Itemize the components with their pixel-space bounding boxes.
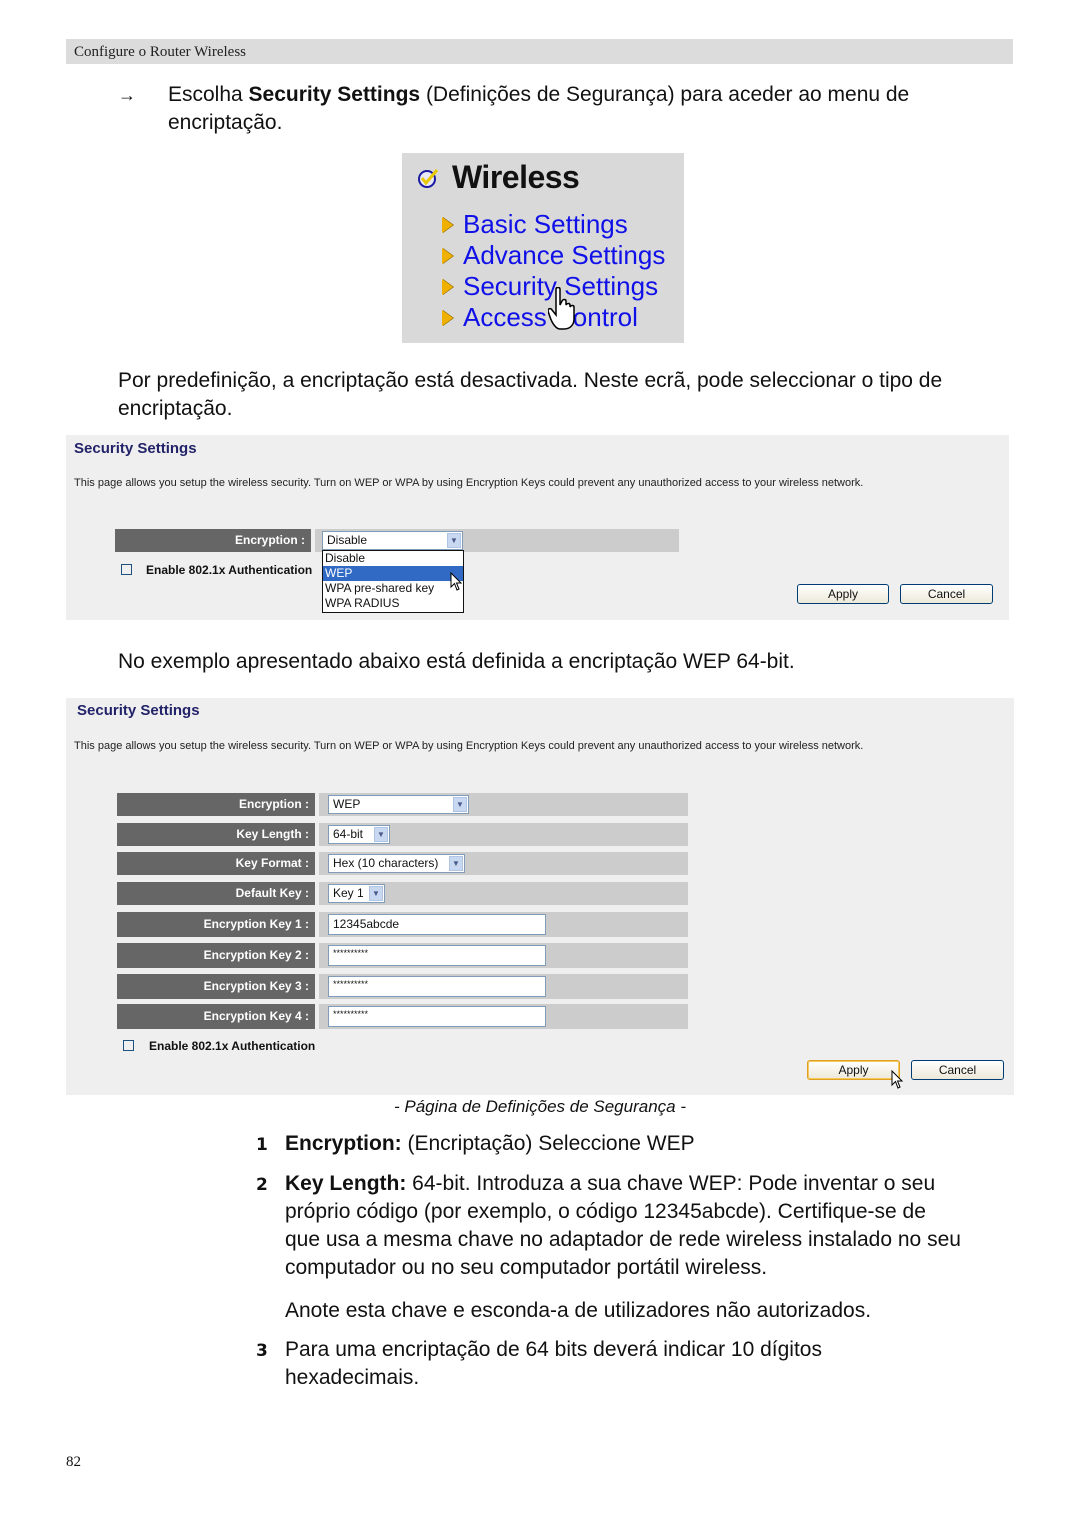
intro-bold-term: Security Settings xyxy=(248,83,421,106)
step-2: 2 Key Length: 64-bit. Introduza a sua ch… xyxy=(256,1172,961,1279)
hand-pointer-cursor-icon xyxy=(548,287,575,330)
arrow-icon: → xyxy=(118,85,136,105)
default-encryption-paragraph: Por predefinição, a encriptação está des… xyxy=(118,369,943,420)
arrow-cursor-icon xyxy=(891,1070,904,1089)
check-circle-icon xyxy=(418,169,439,188)
encryption-key-3-label: Encryption Key 3 : xyxy=(117,974,315,999)
encryption-key-1-input[interactable]: 12345abcde xyxy=(328,914,546,935)
encryption-label: Encryption : xyxy=(115,529,311,552)
cancel-button[interactable]: Cancel xyxy=(900,584,993,604)
encryption-select[interactable]: WEP ▼ xyxy=(328,795,469,814)
security-settings-panel-1: Security Settings This page allows you s… xyxy=(66,435,1009,620)
enable-8021x-label: Enable 802.1x Authentication xyxy=(146,563,313,577)
chevron-down-icon[interactable]: ▼ xyxy=(453,797,467,812)
triangle-bullet-icon xyxy=(442,247,453,264)
triangle-bullet-icon xyxy=(442,216,453,233)
key-format-label: Key Format : xyxy=(117,852,315,875)
default-key-label: Default Key : xyxy=(117,882,315,905)
security-settings-panel-2: Security Settings This page allows you s… xyxy=(66,698,1014,1095)
dropdown-option-wep[interactable]: WEP xyxy=(323,566,463,581)
chevron-down-icon[interactable]: ▼ xyxy=(447,533,461,548)
enable-8021x-checkbox[interactable] xyxy=(121,564,132,575)
running-header: Configure o Router Wireless xyxy=(66,39,1013,64)
key-format-select[interactable]: Hex (10 characters) ▼ xyxy=(328,854,465,873)
encryption-key-4-input[interactable]: ********** xyxy=(328,1006,546,1027)
arrow-cursor-icon xyxy=(450,572,463,591)
key-length-select[interactable]: 64-bit ▼ xyxy=(328,825,390,844)
panel-1-title: Security Settings xyxy=(74,440,197,457)
cancel-button[interactable]: Cancel xyxy=(911,1060,1004,1080)
step-3: 3 Para uma encriptação de 64 bits deverá… xyxy=(256,1338,822,1389)
apply-button[interactable]: Apply xyxy=(797,584,889,604)
triangle-bullet-icon xyxy=(442,278,453,295)
chevron-down-icon[interactable]: ▼ xyxy=(374,827,388,842)
intro-paragraph: → Escolha Security Settings (Definições … xyxy=(118,83,910,134)
dropdown-option-disable[interactable]: Disable xyxy=(323,551,463,566)
encryption-key-2-label: Encryption Key 2 : xyxy=(117,943,315,968)
encryption-select[interactable]: Disable ▼ xyxy=(322,531,463,550)
wireless-menu-screenshot: Wireless Basic Settings Advance Settings… xyxy=(402,153,684,343)
example-paragraph: No exemplo apresentado abaixo está defin… xyxy=(118,650,795,673)
encryption-key-1-label: Encryption Key 1 : xyxy=(117,912,315,937)
encryption-key-4-label: Encryption Key 4 : xyxy=(117,1004,315,1029)
panel-2-description: This page allows you setup the wireless … xyxy=(74,740,864,752)
step-2-note: Anote esta chave e esconda-a de utilizad… xyxy=(285,1299,872,1322)
encryption-key-2-input[interactable]: ********** xyxy=(328,945,546,966)
default-key-select[interactable]: Key 1 ▼ xyxy=(328,884,385,903)
triangle-bullet-icon xyxy=(442,309,453,326)
key-length-label: Key Length : xyxy=(117,823,315,846)
enable-8021x-label: Enable 802.1x Authentication xyxy=(149,1039,316,1053)
dropdown-option-wpa-psk[interactable]: WPA pre-shared key xyxy=(323,581,463,596)
panel-1-description: This page allows you setup the wireless … xyxy=(74,477,864,489)
step-1: 1 Encryption: (Encriptação) Seleccione W… xyxy=(256,1132,695,1155)
page-number: 82 xyxy=(66,1454,81,1470)
menu-item-advance-settings[interactable]: Advance Settings xyxy=(442,240,665,271)
menu-item-access-control[interactable]: Access Control xyxy=(442,302,638,333)
encryption-dropdown-list: Disable WEP WPA pre-shared key WPA RADIU… xyxy=(322,550,464,613)
panel-2-title: Security Settings xyxy=(77,702,200,719)
menu-item-basic-settings[interactable]: Basic Settings xyxy=(442,209,628,240)
wireless-menu-title: Wireless xyxy=(452,159,580,195)
running-header-title: Configure o Router Wireless xyxy=(74,44,247,60)
dropdown-option-wpa-radius[interactable]: WPA RADIUS xyxy=(323,596,463,611)
chevron-down-icon[interactable]: ▼ xyxy=(369,886,383,901)
figure-caption: - Página de Definições de Segurança - xyxy=(393,1097,686,1116)
enable-8021x-checkbox[interactable] xyxy=(123,1040,134,1051)
encryption-key-3-input[interactable]: ********** xyxy=(328,976,546,997)
chevron-down-icon[interactable]: ▼ xyxy=(449,856,463,871)
steps-list: 1 Encryption: (Encriptação) Seleccione W… xyxy=(256,1130,1026,1392)
apply-button[interactable]: Apply xyxy=(807,1060,900,1080)
encryption-label: Encryption : xyxy=(117,793,315,816)
